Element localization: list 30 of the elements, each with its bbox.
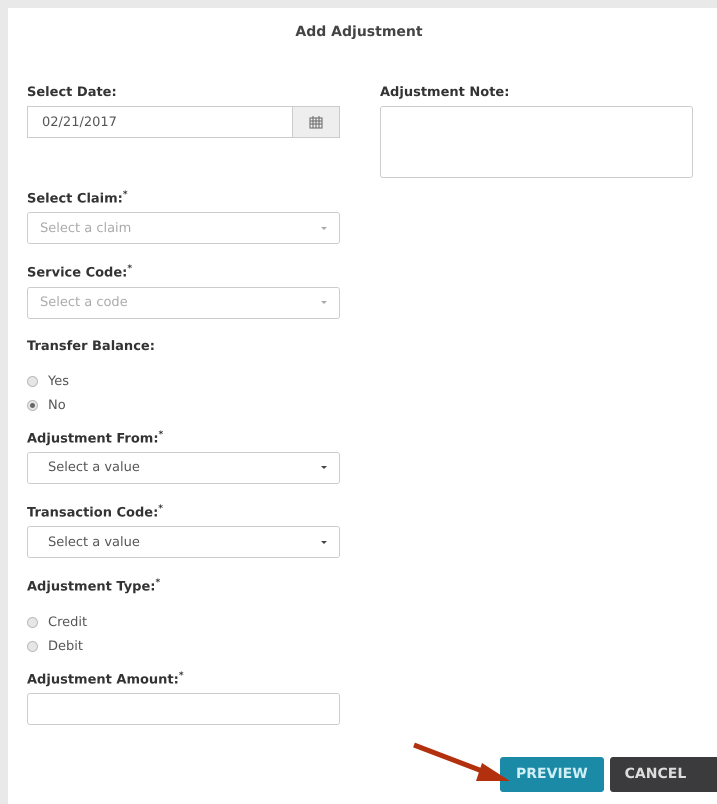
field-label: Adjustment Type:$^{*}$ bbox=[27, 578, 162, 595]
select-field[interactable]: Select a value bbox=[27, 452, 340, 484]
radio-label: Yes bbox=[48, 374, 69, 390]
radio-button[interactable] bbox=[27, 641, 38, 652]
radio-label: Credit bbox=[48, 615, 88, 630]
radio-button[interactable] bbox=[27, 376, 38, 388]
field-label: Select Claim:$^{*}$ bbox=[27, 190, 129, 206]
field-label: Adjustment Note: bbox=[380, 85, 510, 100]
date-input[interactable]: 02/21/2017 bbox=[27, 106, 292, 138]
radio-button[interactable] bbox=[27, 400, 38, 412]
note-textarea[interactable] bbox=[380, 106, 693, 178]
radio-button[interactable] bbox=[27, 617, 38, 628]
dialog-title: Add Adjustment bbox=[295, 24, 423, 40]
radio-label: Debit bbox=[48, 639, 83, 654]
cancel-button[interactable]: CANCEL bbox=[610, 756, 717, 792]
caret-icon bbox=[321, 540, 327, 544]
caret-icon bbox=[321, 301, 327, 304]
field-label: Transaction Code:$^{*}$ bbox=[27, 504, 164, 520]
calendar-button[interactable] bbox=[292, 106, 340, 138]
caret-icon bbox=[321, 466, 327, 470]
field-label: Adjustment Amount:$^{*}$ bbox=[27, 670, 185, 687]
field-label: Transfer Balance: bbox=[27, 338, 156, 354]
field-label: Service Code:$^{*}$ bbox=[27, 264, 134, 281]
select-field[interactable]: Select a value bbox=[27, 526, 340, 558]
caret-icon bbox=[321, 226, 327, 230]
field-label: Select Date: bbox=[27, 85, 118, 100]
calendar-icon bbox=[309, 116, 323, 128]
field-label: Adjustment From:$^{*}$ bbox=[27, 430, 164, 446]
input-field[interactable] bbox=[27, 692, 340, 725]
radio-label: No bbox=[48, 398, 66, 414]
